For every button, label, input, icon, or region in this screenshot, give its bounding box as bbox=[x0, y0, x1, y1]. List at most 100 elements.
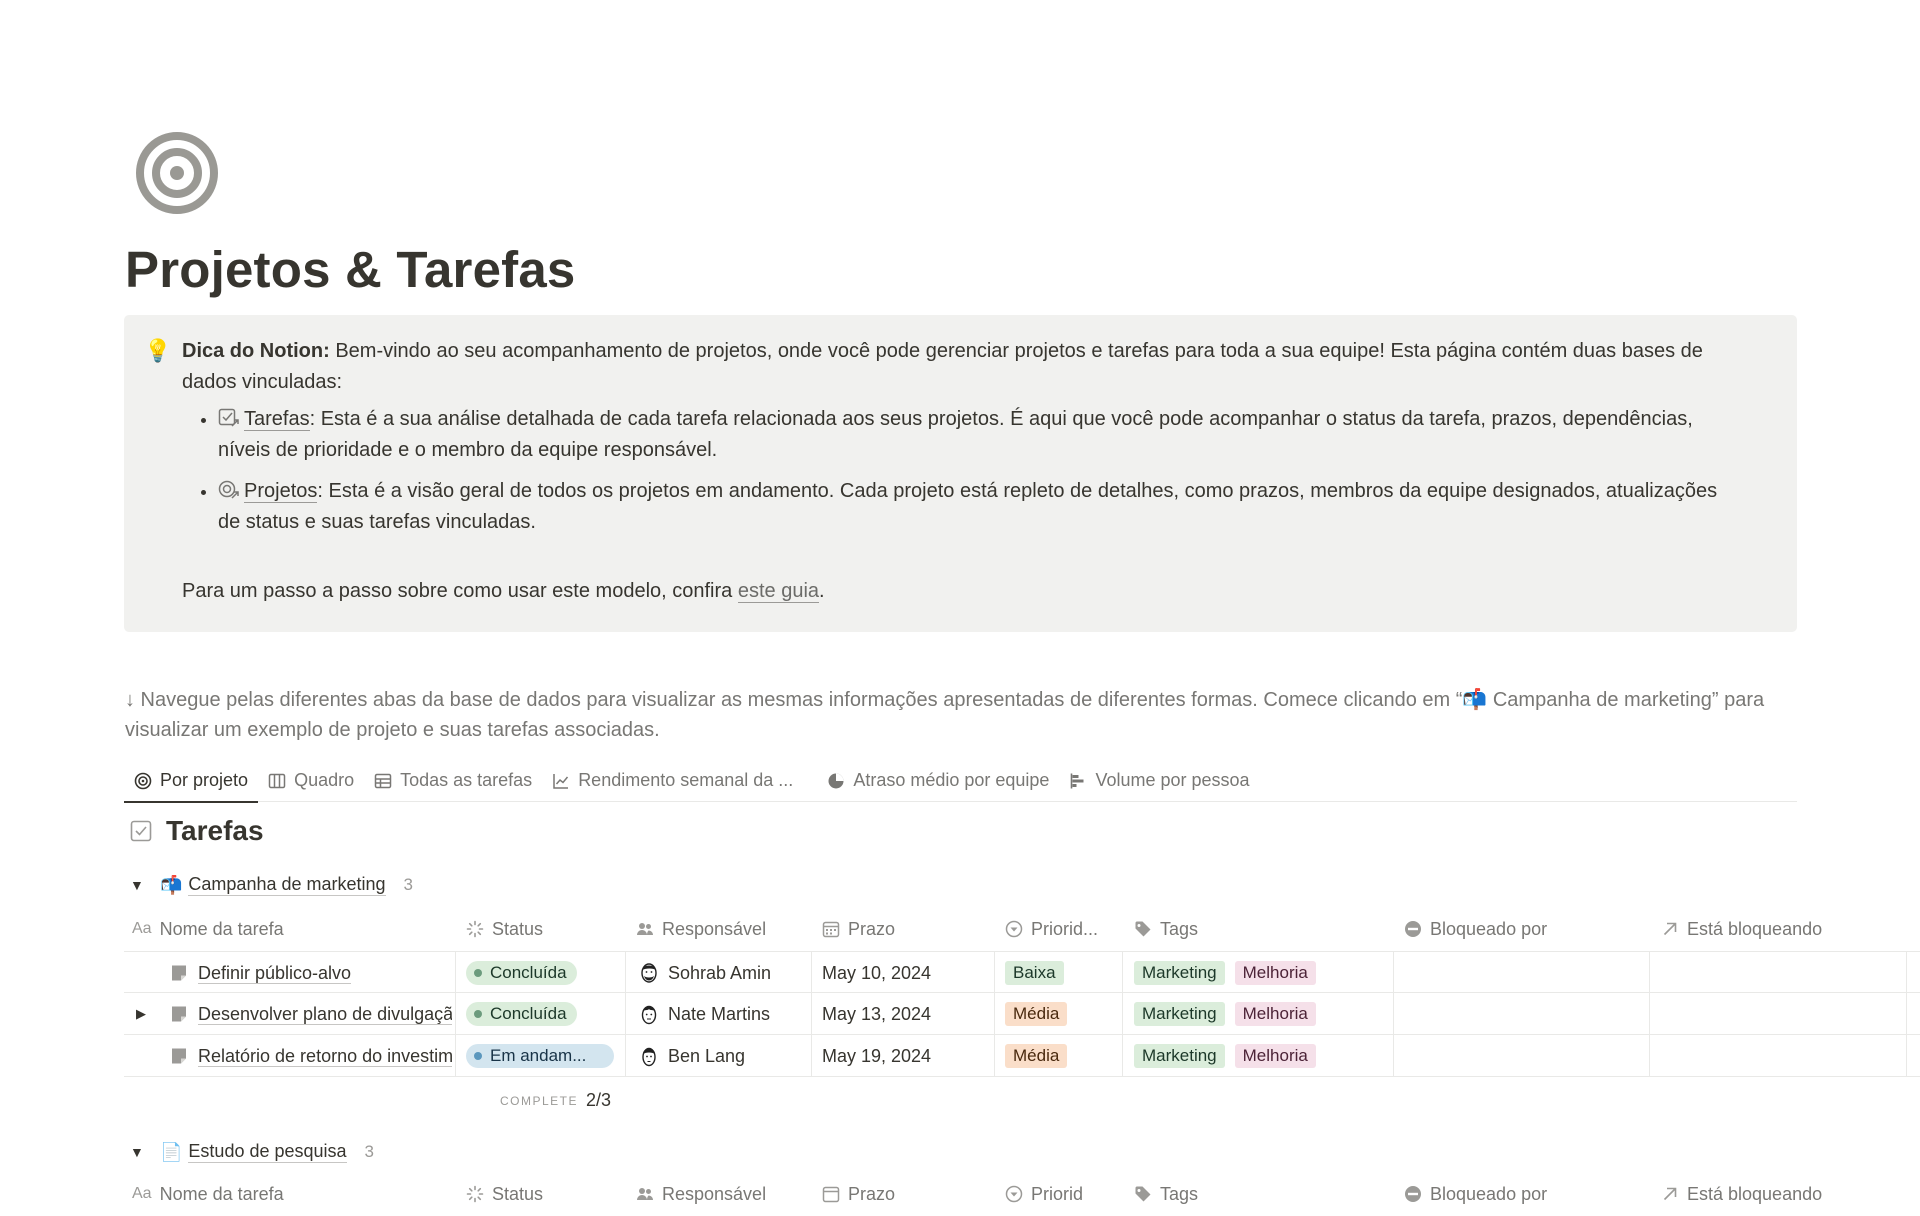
status-icon bbox=[466, 920, 484, 938]
column-header-tags[interactable]: Tags bbox=[1134, 1184, 1198, 1205]
priority-badge: Média bbox=[1005, 1002, 1068, 1026]
blocked-by-cell[interactable] bbox=[1394, 952, 1649, 994]
group-header-estudo[interactable]: ▼ 📄 Estudo de pesquisa 3 bbox=[130, 1141, 374, 1163]
database-title[interactable]: Tarefas bbox=[166, 815, 264, 847]
priority-badge: Média bbox=[1005, 1044, 1068, 1068]
task-name-cell[interactable]: Desenvolver plano de divulgação bbox=[170, 993, 452, 1035]
blocked-by-cell[interactable] bbox=[1394, 1035, 1649, 1077]
tab-label: Rendimento semanal da ... bbox=[578, 770, 794, 790]
collapse-triangle-icon[interactable]: ▼ bbox=[130, 877, 150, 893]
status-badge: Em andam... bbox=[466, 1044, 614, 1068]
group-count: 3 bbox=[403, 875, 414, 894]
status-cell[interactable]: Em andam... bbox=[466, 1035, 614, 1077]
tags-cell[interactable]: Marketing Melhoria bbox=[1134, 993, 1326, 1035]
document-icon: 📄 bbox=[160, 1141, 183, 1162]
due-date-cell[interactable]: May 13, 2024 bbox=[822, 993, 931, 1035]
assignee-cell[interactable]: Ben Lang bbox=[638, 1035, 745, 1077]
projetos-description: : Esta é a visão geral de todos os proje… bbox=[218, 480, 1718, 533]
page-icon bbox=[172, 1048, 186, 1064]
lightbulb-icon: 💡 bbox=[144, 338, 172, 363]
select-icon bbox=[1005, 920, 1023, 938]
tab-quadro[interactable]: Quadro bbox=[258, 760, 364, 802]
table-row[interactable]: Definir público-alvo Concluída Sohrab Am… bbox=[124, 951, 1920, 993]
projetos-link[interactable]: Projetos bbox=[244, 480, 318, 503]
tab-por-projeto[interactable]: Por projeto bbox=[124, 760, 259, 803]
tag-icon bbox=[1135, 921, 1151, 937]
task-name-cell[interactable]: Relatório de retorno do investimento bbox=[170, 1035, 452, 1077]
status-complete-summary[interactable]: COMPLETE 2/3 bbox=[500, 1090, 611, 1111]
priority-cell[interactable]: Média bbox=[1005, 993, 1077, 1035]
tab-volume-por-pessoa[interactable]: Volume por pessoa bbox=[1059, 760, 1259, 802]
table-header: Aa Nome da tarefa Status Responsável Pra… bbox=[124, 1172, 1920, 1216]
column-header-name[interactable]: Aa Nome da tarefa bbox=[132, 1184, 284, 1205]
column-header-tags[interactable]: Tags bbox=[1134, 919, 1198, 940]
column-header-responsavel[interactable]: Responsável bbox=[636, 1184, 766, 1205]
blocking-cell[interactable] bbox=[1650, 952, 1906, 994]
tags-cell[interactable]: Marketing Melhoria bbox=[1134, 952, 1326, 994]
priority-cell[interactable]: Baixa bbox=[1005, 952, 1074, 994]
guide-link[interactable]: este guia bbox=[737, 580, 820, 603]
tag-badge: Marketing bbox=[1134, 1002, 1225, 1026]
table-icon bbox=[374, 773, 392, 788]
target-icon bbox=[134, 772, 152, 789]
assignee-cell[interactable]: Nate Martins bbox=[638, 993, 770, 1035]
group-name[interactable]: Campanha de marketing bbox=[188, 874, 386, 896]
column-header-name[interactable]: Aa Nome da tarefa bbox=[132, 919, 284, 940]
checkbox-icon[interactable] bbox=[130, 820, 152, 842]
assignee-cell[interactable]: Sohrab Amin bbox=[638, 952, 771, 994]
column-header-bloqueado-por[interactable]: Bloqueado por bbox=[1404, 919, 1547, 940]
notion-page: Projetos & Tarefas 💡 Dica do Notion: Bem… bbox=[0, 0, 1920, 1204]
tag-badge: Marketing bbox=[1134, 1044, 1225, 1068]
column-header-prazo[interactable]: Prazo bbox=[822, 1184, 895, 1205]
guide-prefix: Para um passo a passo sobre como usar es… bbox=[182, 580, 738, 602]
tarefas-description: : Esta é a sua análise detalhada de cada… bbox=[218, 408, 1693, 461]
column-header-esta-bloqueando[interactable]: Está bloqueando bbox=[1661, 1184, 1822, 1205]
status-cell[interactable]: Concluída bbox=[466, 993, 577, 1035]
expand-triangle-icon[interactable]: ▶ bbox=[136, 993, 146, 1035]
tab-atraso-medio[interactable]: Atraso médio por equipe bbox=[817, 760, 1059, 802]
page-title[interactable]: Projetos & Tarefas bbox=[125, 240, 575, 299]
tarefas-link[interactable]: Tarefas bbox=[244, 408, 310, 431]
task-name-cell[interactable]: Definir público-alvo bbox=[170, 952, 452, 994]
due-date-cell[interactable]: May 10, 2024 bbox=[822, 952, 931, 994]
column-header-prazo[interactable]: Prazo bbox=[822, 919, 895, 940]
column-header-esta-bloqueando[interactable]: Está bloqueando bbox=[1661, 919, 1822, 940]
table-body: Definir público-alvo Concluída Sohrab Am… bbox=[124, 951, 1920, 1077]
callout-text: Dica do Notion: Bem-vindo ao seu acompan… bbox=[182, 336, 1742, 607]
view-tabs: Por projeto Quadro Todas as tarefas Rend… bbox=[124, 760, 1797, 803]
column-header-responsavel[interactable]: Responsável bbox=[636, 919, 766, 940]
table-row[interactable]: ▶ Desenvolver plano de divulgação Conclu… bbox=[124, 993, 1920, 1035]
tag-badge: Marketing bbox=[1134, 961, 1225, 985]
tab-rendimento-semanal[interactable]: Rendimento semanal da ... bbox=[542, 760, 803, 802]
avatar bbox=[642, 1047, 656, 1067]
guide-suffix: . bbox=[819, 580, 825, 602]
tag-icon bbox=[1135, 1186, 1151, 1202]
people-icon bbox=[637, 923, 653, 935]
table-row[interactable]: Relatório de retorno do investimento Em … bbox=[124, 1035, 1920, 1077]
target-icon[interactable] bbox=[136, 132, 218, 214]
navigation-hint: ↓ Navegue pelas diferentes abas da base … bbox=[125, 689, 1765, 741]
tags-cell[interactable]: Marketing Melhoria bbox=[1134, 1035, 1326, 1077]
tab-todas-as-tarefas[interactable]: Todas as tarefas bbox=[364, 760, 542, 802]
group-name[interactable]: Estudo de pesquisa bbox=[188, 1141, 347, 1163]
column-header-status[interactable]: Status bbox=[466, 1184, 543, 1205]
target-arrow-icon bbox=[218, 480, 239, 499]
group-header-campanha[interactable]: ▼ 📬 Campanha de marketing 3 bbox=[130, 874, 413, 896]
blocking-cell[interactable] bbox=[1650, 1035, 1906, 1077]
due-date-cell[interactable]: May 19, 2024 bbox=[822, 1035, 931, 1077]
blocked-by-cell[interactable] bbox=[1394, 993, 1649, 1035]
collapse-triangle-icon[interactable]: ▼ bbox=[130, 1144, 150, 1160]
column-header-status[interactable]: Status bbox=[466, 919, 543, 940]
status-icon bbox=[466, 1185, 484, 1203]
status-cell[interactable]: Concluída bbox=[466, 952, 577, 994]
priority-cell[interactable]: Média bbox=[1005, 1035, 1077, 1077]
column-header-prioridade[interactable]: Priorid... bbox=[1005, 919, 1098, 940]
column-header-bloqueado-por[interactable]: Bloqueado por bbox=[1404, 1184, 1547, 1205]
text-type-icon: Aa bbox=[132, 1185, 152, 1202]
tab-label: Atraso médio por equipe bbox=[853, 770, 1050, 790]
blocking-cell[interactable] bbox=[1650, 993, 1906, 1035]
avatar bbox=[641, 1005, 657, 1025]
tag-badge: Melhoria bbox=[1234, 1002, 1316, 1026]
column-header-prioridade[interactable]: Priorid bbox=[1005, 1184, 1083, 1205]
database-bullets: Tarefas: Esta é a sua análise detalhada … bbox=[182, 404, 1742, 538]
